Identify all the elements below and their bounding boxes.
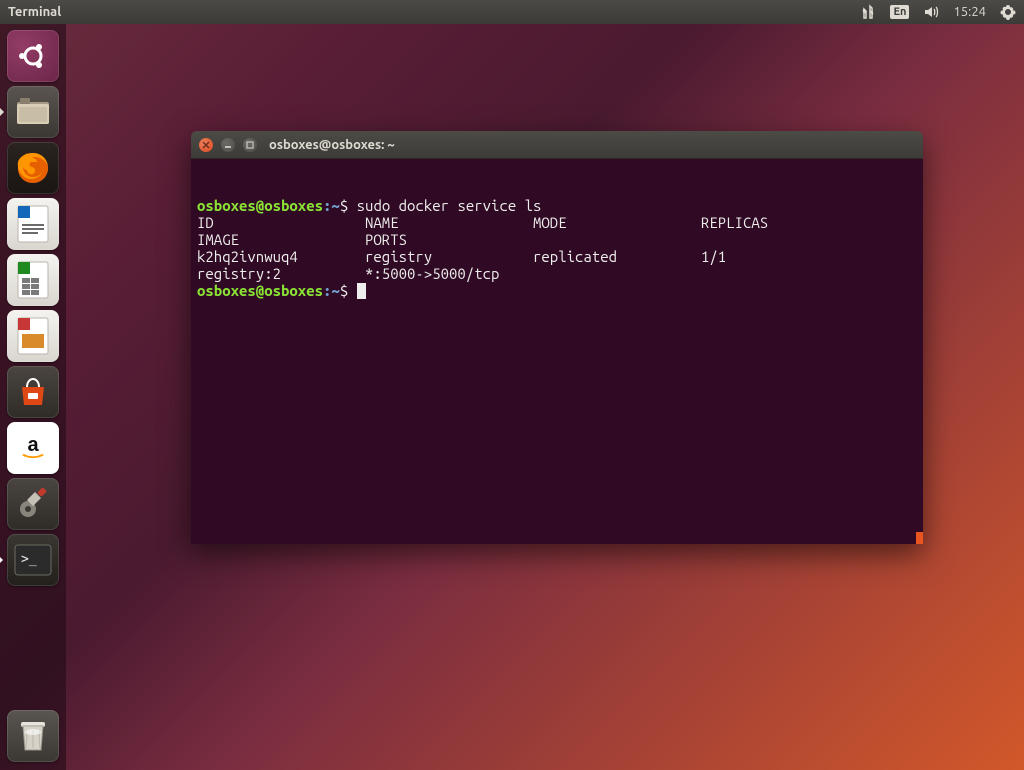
top-menu-bar: Terminal En 15:24 — [0, 0, 1024, 24]
ubuntu-logo-icon — [16, 39, 50, 73]
terminal-window[interactable]: osboxes@osboxes: ~ osboxes@osboxes:~$ su… — [191, 131, 923, 544]
launcher-trash[interactable] — [7, 710, 59, 762]
terminal-output[interactable]: osboxes@osboxes:~$ sudo docker service l… — [191, 159, 923, 544]
launcher-settings[interactable] — [7, 478, 59, 530]
svg-text:a: a — [27, 434, 39, 456]
terminal-icon: >_ — [13, 543, 53, 577]
keyboard-layout-indicator[interactable]: En — [890, 5, 909, 19]
network-indicator-icon[interactable] — [860, 4, 876, 20]
sound-indicator-icon[interactable] — [923, 4, 939, 20]
maximize-icon — [246, 141, 254, 149]
calc-icon — [16, 260, 50, 300]
window-title: osboxes@osboxes: ~ — [269, 138, 395, 152]
trash-icon — [18, 718, 48, 754]
launcher-amazon[interactable]: a — [7, 422, 59, 474]
close-icon — [202, 141, 210, 149]
shopping-bag-icon — [16, 375, 50, 409]
amazon-icon: a — [16, 431, 50, 465]
launcher-dash[interactable] — [7, 30, 59, 82]
firefox-icon — [14, 149, 52, 187]
system-menu-icon[interactable] — [1000, 4, 1016, 20]
scrollbar-thumb[interactable] — [916, 532, 923, 544]
launcher-terminal[interactable]: >_ — [7, 534, 59, 586]
window-maximize-button[interactable] — [243, 138, 257, 152]
active-app-title: Terminal — [8, 5, 61, 19]
minimize-icon — [224, 141, 232, 149]
launcher-software[interactable] — [7, 366, 59, 418]
file-manager-icon — [15, 96, 51, 128]
svg-text:>_: >_ — [21, 552, 37, 567]
launcher-writer[interactable] — [7, 198, 59, 250]
unity-launcher: a >_ — [0, 24, 66, 770]
window-minimize-button[interactable] — [221, 138, 235, 152]
launcher-calc[interactable] — [7, 254, 59, 306]
launcher-files[interactable] — [7, 86, 59, 138]
writer-icon — [16, 204, 50, 244]
clock[interactable]: 15:24 — [953, 5, 986, 19]
window-titlebar[interactable]: osboxes@osboxes: ~ — [191, 131, 923, 159]
launcher-impress[interactable] — [7, 310, 59, 362]
keyboard-layout-label: En — [890, 5, 909, 19]
impress-icon — [16, 316, 50, 356]
window-close-button[interactable] — [199, 138, 213, 152]
gear-wrench-icon — [15, 486, 51, 522]
launcher-firefox[interactable] — [7, 142, 59, 194]
